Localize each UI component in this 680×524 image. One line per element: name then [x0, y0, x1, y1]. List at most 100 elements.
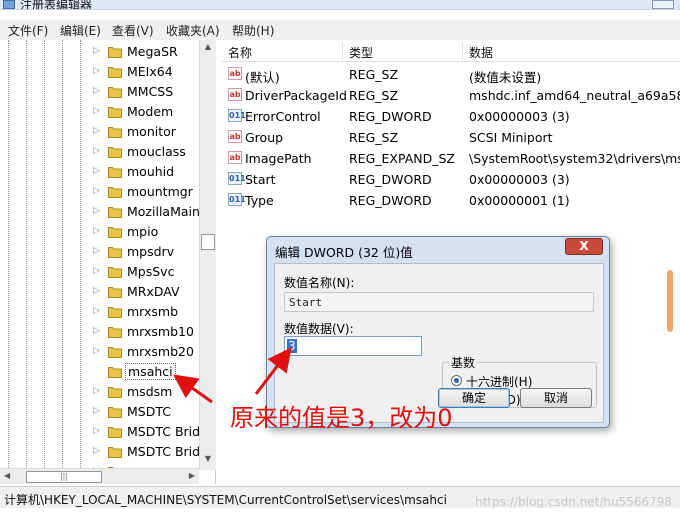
floating-side-tab[interactable] [667, 270, 673, 332]
tree-item[interactable]: ▷ mouclass [0, 142, 200, 162]
menu-favorites[interactable]: 收藏夹(A) [166, 22, 220, 39]
dialog-close-button[interactable]: X [565, 238, 603, 255]
scrollbar-thumb[interactable]: ||| [26, 471, 102, 483]
table-row[interactable]: ab Group REG_SZ SCSI Miniport [222, 127, 680, 148]
expand-arrow-icon[interactable]: ▷ [93, 246, 100, 256]
tree-item-label: mrxsmb10 [127, 324, 194, 339]
tree-horizontal-scrollbar[interactable]: ◀ ||| ▶ [0, 468, 199, 484]
table-row[interactable]: 011 Start REG_DWORD 0x00000003 (3) [222, 169, 680, 190]
list-header: 名称 类型 数据 [222, 40, 680, 62]
tree-item[interactable]: ▷ MMCSS [0, 82, 200, 102]
radio-hexadecimal[interactable]: 十六进制(H) [451, 373, 601, 389]
tree-vertical-scrollbar[interactable]: ▲ ▼ [199, 40, 216, 470]
cell-type: REG_DWORD [349, 109, 432, 124]
cell-name: ImagePath [245, 151, 312, 166]
expand-arrow-icon[interactable]: ▷ [93, 286, 100, 296]
tree-item[interactable]: ▷ MegaSR [0, 42, 200, 62]
radio-selected-icon[interactable] [451, 375, 462, 386]
string-value-icon: ab [228, 151, 242, 164]
menu-edit[interactable]: 编辑(E) [60, 22, 101, 39]
tree-item[interactable]: ▷ MEIx64 [0, 62, 200, 82]
column-separator[interactable] [462, 42, 463, 60]
expand-arrow-icon[interactable]: ▷ [93, 186, 100, 196]
tree-item[interactable]: ▷ MozillaMain [0, 202, 200, 222]
column-separator[interactable] [342, 42, 343, 60]
table-row[interactable]: 011 Type REG_DWORD 0x00000001 (1) [222, 190, 680, 211]
tree-item[interactable]: ▷ mrxsmb10 [0, 322, 200, 342]
cell-data: \SystemRoot\system32\drivers\msahc [469, 151, 680, 166]
scroll-right-arrow-icon[interactable]: ▶ [189, 471, 195, 480]
tree-item[interactable]: ▷ MSDTC Brid [0, 442, 200, 462]
tree-item-label: MpsSvc [127, 264, 175, 279]
tree-item[interactable]: msahci [0, 362, 200, 382]
expand-arrow-icon[interactable]: ▷ [93, 206, 100, 216]
folder-icon [108, 247, 122, 258]
tree-item[interactable]: ▷ Modem [0, 102, 200, 122]
tree-item[interactable]: ▷ mountmgr [0, 182, 200, 202]
expand-arrow-icon[interactable]: ▷ [93, 346, 100, 356]
menu-view[interactable]: 查看(V) [112, 22, 154, 39]
watermark: https://blog.csdn.net/hu5566798 [474, 495, 672, 509]
tree-item[interactable]: ▷ monitor [0, 122, 200, 142]
expand-arrow-icon[interactable]: ▷ [93, 46, 100, 56]
folder-icon [108, 447, 122, 458]
expand-arrow-icon[interactable]: ▷ [93, 226, 100, 236]
expand-arrow-icon[interactable]: ▷ [93, 66, 100, 76]
scroll-left-arrow-icon[interactable]: ◀ [4, 471, 10, 480]
expand-arrow-icon[interactable]: ▷ [93, 406, 100, 416]
expand-arrow-icon[interactable]: ▷ [93, 86, 100, 96]
tree-item[interactable]: ▷ MSDTC Brid [0, 422, 200, 442]
menu-help[interactable]: 帮助(H) [232, 22, 274, 39]
tree-item[interactable]: ▷ mpsdrv [0, 242, 200, 262]
cell-name: (默认) [245, 70, 280, 85]
tree-item[interactable]: ▷ MRxDAV [0, 282, 200, 302]
folder-icon [108, 167, 122, 178]
tree-item[interactable]: ▷ msdsm [0, 382, 200, 402]
tree-item[interactable]: ▷ MSDTC [0, 402, 200, 422]
string-value-icon: ab [228, 88, 242, 101]
tree-item-label: MEIx64 [127, 64, 173, 79]
expand-arrow-icon[interactable]: ▷ [93, 386, 100, 396]
expand-arrow-icon[interactable]: ▷ [93, 106, 100, 116]
expand-arrow-icon[interactable]: ▷ [93, 166, 100, 176]
cell-type: REG_SZ [349, 130, 399, 145]
maximize-button[interactable] [652, 0, 674, 9]
column-header-type[interactable]: 类型 [349, 44, 373, 61]
table-row[interactable]: 011 ErrorControl REG_DWORD 0x00000003 (3) [222, 106, 680, 127]
table-row[interactable]: ab (默认) REG_SZ (数值未设置) [222, 64, 680, 85]
table-row[interactable]: ab DriverPackageId REG_SZ mshdc.inf_amd64_n… [222, 85, 680, 106]
tree-item[interactable]: ▷ mrxsmb20 [0, 342, 200, 362]
expand-arrow-icon[interactable]: ▷ [93, 266, 100, 276]
tree-item-label: mouclass [127, 144, 186, 159]
scroll-down-arrow-icon[interactable]: ▼ [202, 454, 214, 468]
cell-type: REG_DWORD [349, 193, 432, 208]
column-header-data[interactable]: 数据 [469, 44, 493, 61]
folder-icon [108, 407, 122, 418]
tree-item-label: mountmgr [127, 184, 193, 199]
cell-type: REG_DWORD [349, 172, 432, 187]
tree-item[interactable]: ▷ mrxsmb [0, 302, 200, 322]
expand-arrow-icon[interactable]: ▷ [93, 326, 100, 336]
registry-tree[interactable]: ▷ MegaSR ▷ MEIx64 ▷ MMCSS ▷ Modem ▷ monitor ▷ moucl… [0, 40, 216, 484]
tree-item[interactable]: ▷ mpio [0, 222, 200, 242]
tree-item[interactable]: ▷ mouhid [0, 162, 200, 182]
expand-arrow-icon[interactable]: ▷ [93, 126, 100, 136]
expand-arrow-icon[interactable]: ▷ [93, 426, 100, 436]
folder-icon [108, 427, 122, 438]
folder-icon [108, 227, 122, 238]
expand-arrow-icon[interactable]: ▷ [93, 446, 100, 456]
cancel-button[interactable]: 取消 [520, 388, 592, 408]
menu-file[interactable]: 文件(F) [8, 22, 48, 39]
scrollbar-thumb[interactable] [201, 234, 215, 250]
folder-icon [108, 87, 122, 98]
base-label: 基数 [449, 354, 478, 371]
tree-item[interactable]: ▷ MpsSvc [0, 262, 200, 282]
scroll-up-arrow-icon[interactable]: ▲ [202, 42, 214, 56]
tree-item-label: mrxsmb [127, 304, 179, 319]
expand-arrow-icon[interactable]: ▷ [93, 306, 100, 316]
column-header-name[interactable]: 名称 [228, 44, 252, 61]
tree-item-label: mouhid [127, 164, 175, 179]
table-row[interactable]: ab ImagePath REG_EXPAND_SZ \SystemRoot\syst… [222, 148, 680, 169]
expand-arrow-icon[interactable]: ▷ [93, 146, 100, 156]
value-data-input[interactable]: 3 [284, 336, 422, 356]
